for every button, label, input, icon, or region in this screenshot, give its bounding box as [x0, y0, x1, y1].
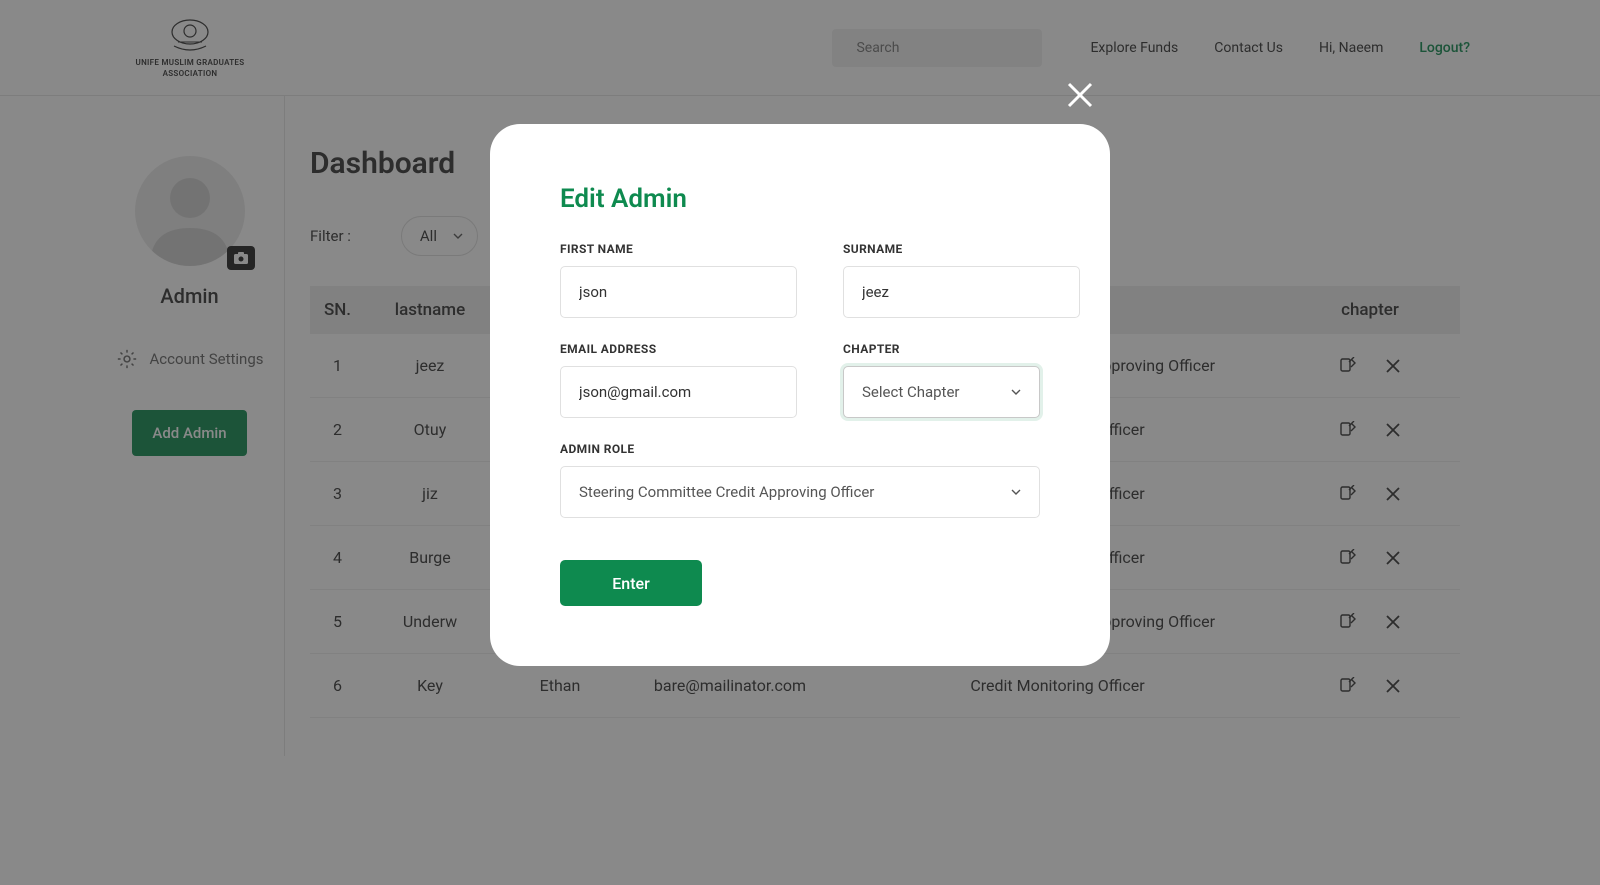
modal-title: Edit Admin	[560, 184, 1040, 214]
admin-role-select-value: Steering Committee Credit Approving Offi…	[579, 483, 874, 501]
chapter-select[interactable]: Select Chapter	[843, 366, 1040, 418]
chevron-down-icon	[1011, 389, 1021, 395]
close-icon	[1065, 80, 1095, 110]
email-label: EMAIL ADDRESS	[560, 342, 797, 356]
chapter-label: CHAPTER	[843, 342, 1040, 356]
surname-field[interactable]	[843, 266, 1080, 318]
first-name-field[interactable]	[560, 266, 797, 318]
enter-button[interactable]: Enter	[560, 560, 702, 606]
email-field[interactable]	[560, 366, 797, 418]
surname-label: SURNAME	[843, 242, 1080, 256]
first-name-label: FIRST NAME	[560, 242, 797, 256]
admin-role-label: ADMIN ROLE	[560, 442, 1040, 456]
edit-admin-modal: Edit Admin FIRST NAME SURNAME EMAIL ADDR…	[490, 124, 1110, 666]
admin-role-select[interactable]: Steering Committee Credit Approving Offi…	[560, 466, 1040, 518]
modal-overlay: Edit Admin FIRST NAME SURNAME EMAIL ADDR…	[0, 0, 1600, 885]
chevron-down-icon	[1011, 489, 1021, 495]
chapter-select-value: Select Chapter	[862, 383, 960, 401]
close-modal-button[interactable]	[1065, 80, 1095, 114]
